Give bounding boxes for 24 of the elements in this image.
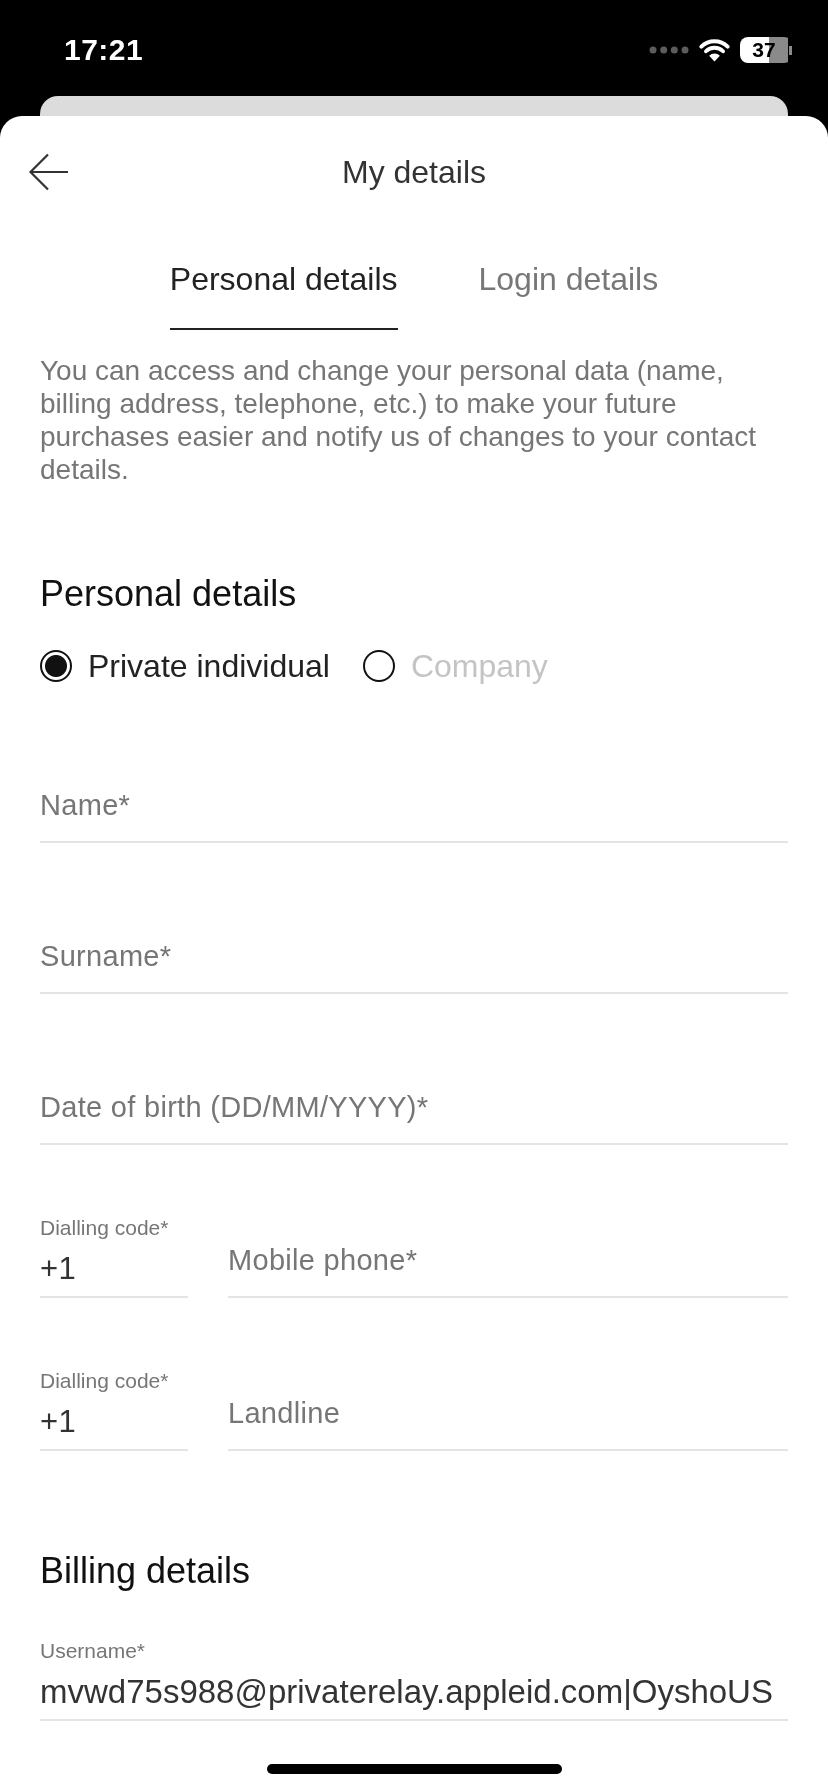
phone-field[interactable]: Mobile phone*: [228, 1224, 788, 1298]
field-label: Username*: [40, 1638, 147, 1664]
dialling-code-field[interactable]: +1: [40, 1241, 188, 1298]
intro-text: You can access and change your personal data (name, billing address, telephone, etc.) to make your future purchases easier and notify us of changes to your contact details.: [40, 354, 757, 486]
page-title: My details: [341, 153, 486, 192]
arrow-left-icon: [28, 153, 68, 191]
section-heading: Personal details: [39, 572, 298, 616]
phone-field[interactable]: Landline: [228, 1377, 788, 1451]
section-heading: Billing details: [39, 1549, 252, 1593]
field-label: Dialling code*: [40, 1368, 170, 1394]
dialling-code-field[interactable]: +1: [40, 1394, 188, 1451]
status-time: 17:21: [64, 32, 144, 68]
input-field[interactable]: Date of birth (DD/MM/YYYY)*: [40, 1071, 788, 1145]
tab[interactable]: Personal details: [169, 228, 398, 330]
input-field[interactable]: Surname*: [40, 920, 788, 994]
field-label: Dialling code*: [40, 1215, 170, 1241]
radio-option[interactable]: Private individual: [40, 646, 330, 686]
input-field[interactable]: Name*: [40, 769, 788, 843]
signal-icon: [649, 46, 689, 54]
back-button[interactable]: [28, 153, 68, 191]
wifi-icon: [699, 38, 730, 62]
battery-indicator: 37: [740, 37, 792, 63]
input-field[interactable]: mvwd75s988@privaterelay.appleid.com|OyshoUS: [40, 1664, 788, 1721]
tab[interactable]: Login details: [478, 228, 659, 330]
